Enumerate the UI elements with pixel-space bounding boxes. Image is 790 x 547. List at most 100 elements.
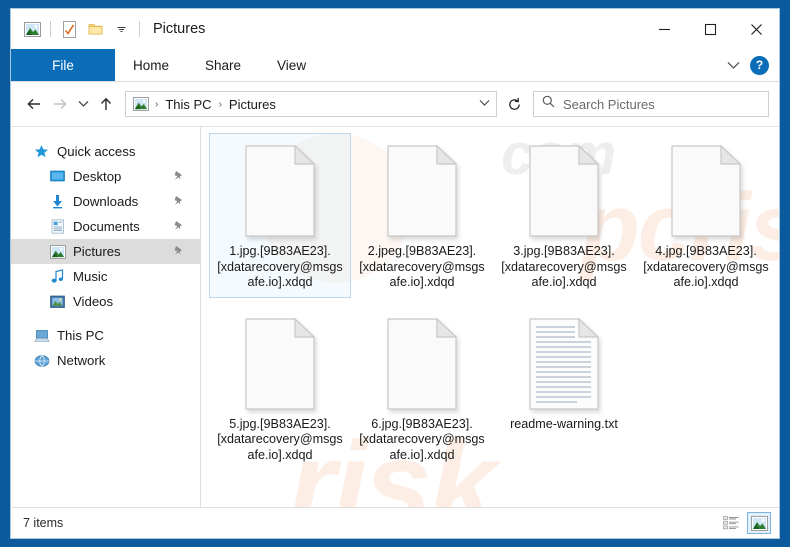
sidebar-label: This PC <box>57 328 104 343</box>
customize-dropdown-icon[interactable] <box>108 16 134 42</box>
sidebar-label: Downloads <box>73 194 139 209</box>
refresh-button[interactable] <box>499 91 529 117</box>
sidebar-label: Quick access <box>57 144 136 159</box>
sidebar-item-videos[interactable]: Videos <box>11 289 200 314</box>
status-bar: 7 items <box>11 507 779 538</box>
sidebar-item-pictures[interactable]: Pictures <box>11 239 200 264</box>
details-view-button[interactable] <box>719 512 743 534</box>
star-icon <box>33 143 50 160</box>
maximize-button[interactable] <box>687 9 733 49</box>
documents-icon <box>49 218 66 235</box>
new-folder-icon[interactable] <box>82 16 108 42</box>
file-tile[interactable]: 6.jpg.[9B83AE23].[xdatarecovery@msgsafe.… <box>351 306 493 471</box>
sidebar-item-desktop[interactable]: Desktop <box>11 164 200 189</box>
help-icon[interactable]: ? <box>750 55 769 75</box>
pin-icon[interactable] <box>173 195 184 209</box>
tab-view[interactable]: View <box>259 49 324 81</box>
sidebar-item-quick-access[interactable]: Quick access <box>11 139 200 164</box>
address-bar: › This PC › Pictures Search Pictures <box>11 82 779 127</box>
text-file-icon <box>529 311 599 417</box>
window-title: Pictures <box>153 21 206 37</box>
explorer-body: Quick access Desktop Downloads Documents… <box>11 127 779 507</box>
blank-file-icon <box>387 311 457 417</box>
search-input[interactable]: Search Pictures <box>533 91 769 117</box>
file-name: 4.jpg.[9B83AE23].[xdatarecovery@msgsafe.… <box>643 244 769 289</box>
pin-icon[interactable] <box>173 245 184 259</box>
file-tile[interactable]: 4.jpg.[9B83AE23].[xdatarecovery@msgsafe.… <box>635 133 777 298</box>
pin-icon[interactable] <box>173 220 184 234</box>
music-icon <box>49 268 66 285</box>
file-name: 1.jpg.[9B83AE23].[xdatarecovery@msgsafe.… <box>217 244 343 289</box>
blank-file-icon <box>245 138 315 244</box>
sidebar-item-this-pc[interactable]: This PC <box>11 323 200 348</box>
file-name: 3.jpg.[9B83AE23].[xdatarecovery@msgsafe.… <box>501 244 627 289</box>
breadcrumb-item-this-pc[interactable]: This PC <box>162 97 214 112</box>
file-name: readme-warning.txt <box>510 416 618 431</box>
videos-icon <box>49 293 66 310</box>
qat-separator <box>50 21 51 37</box>
file-name: 6.jpg.[9B83AE23].[xdatarecovery@msgsafe.… <box>359 416 485 462</box>
recent-locations-button[interactable] <box>73 90 93 118</box>
search-placeholder: Search Pictures <box>563 96 655 112</box>
sidebar-item-downloads[interactable]: Downloads <box>11 189 200 214</box>
file-name: 2.jpeg.[9B83AE23].[xdatarecovery@msgsafe… <box>359 244 485 289</box>
breadcrumb-separator-2: › <box>218 98 222 110</box>
sidebar-label: Desktop <box>73 169 122 184</box>
sidebar-label: Videos <box>73 294 114 309</box>
view-buttons <box>719 512 771 534</box>
computer-icon <box>33 327 50 344</box>
window-controls <box>641 9 779 49</box>
file-name: 5.jpg.[9B83AE23].[xdatarecovery@msgsafe.… <box>217 416 343 462</box>
file-tile[interactable]: 1.jpg.[9B83AE23].[xdatarecovery@msgsafe.… <box>209 133 351 298</box>
network-icon <box>33 352 50 369</box>
breadcrumb-item-pictures[interactable]: Pictures <box>226 97 279 112</box>
tab-home[interactable]: Home <box>115 49 187 81</box>
tab-file[interactable]: File <box>11 49 115 81</box>
breadcrumb-pictures-icon <box>132 96 149 113</box>
ribbon-right-controls: ? <box>722 49 773 81</box>
pictures-folder-icon[interactable] <box>19 16 45 42</box>
blank-file-icon <box>245 311 315 417</box>
properties-icon[interactable] <box>56 16 82 42</box>
chevron-down-icon[interactable] <box>722 54 744 76</box>
sidebar-label: Music <box>73 269 108 284</box>
sidebar-item-music[interactable]: Music <box>11 264 200 289</box>
file-list-view[interactable]: com pcrisk risk 1.jpg.[9B83AE23].[xdatar… <box>201 127 779 507</box>
blank-file-icon <box>529 138 599 244</box>
up-button[interactable] <box>93 90 119 118</box>
download-icon <box>49 193 66 210</box>
file-tile[interactable]: readme-warning.txt <box>493 306 635 471</box>
pictures-icon <box>49 243 66 260</box>
file-tile[interactable]: 2.jpeg.[9B83AE23].[xdatarecovery@msgsafe… <box>351 133 493 298</box>
ribbon-tabs: File Home Share View ? <box>11 49 779 82</box>
tab-share[interactable]: Share <box>187 49 259 81</box>
large-icons-view-button[interactable] <box>747 512 771 534</box>
breadcrumb-separator: › <box>155 98 159 110</box>
back-button[interactable] <box>21 90 47 118</box>
forward-button[interactable] <box>47 90 73 118</box>
pin-icon[interactable] <box>173 170 184 184</box>
title-separator <box>139 21 140 37</box>
explorer-window: Pictures File Home Share View ? › This P… <box>10 8 780 539</box>
item-count: 7 items <box>23 516 64 530</box>
navigation-pane: Quick access Desktop Downloads Documents… <box>11 127 201 507</box>
breadcrumb-dropdown-icon[interactable] <box>479 98 490 110</box>
sidebar-item-network[interactable]: Network <box>11 348 200 373</box>
minimize-button[interactable] <box>641 9 687 49</box>
window-frame: Pictures File Home Share View ? › This P… <box>0 0 790 547</box>
file-tile[interactable]: 5.jpg.[9B83AE23].[xdatarecovery@msgsafe.… <box>209 306 351 471</box>
title-bar: Pictures <box>11 9 779 49</box>
search-icon <box>542 95 555 113</box>
sidebar-label: Network <box>57 353 106 368</box>
quick-access-toolbar <box>11 16 145 42</box>
file-tile[interactable]: 3.jpg.[9B83AE23].[xdatarecovery@msgsafe.… <box>493 133 635 298</box>
breadcrumb[interactable]: › This PC › Pictures <box>125 91 497 117</box>
sidebar-item-documents[interactable]: Documents <box>11 214 200 239</box>
blank-file-icon <box>671 138 741 244</box>
sidebar-label: Documents <box>73 219 140 234</box>
blank-file-icon <box>387 138 457 244</box>
sidebar-label: Pictures <box>73 244 121 259</box>
file-grid: 1.jpg.[9B83AE23].[xdatarecovery@msgsafe.… <box>201 127 779 478</box>
close-button[interactable] <box>733 9 779 49</box>
